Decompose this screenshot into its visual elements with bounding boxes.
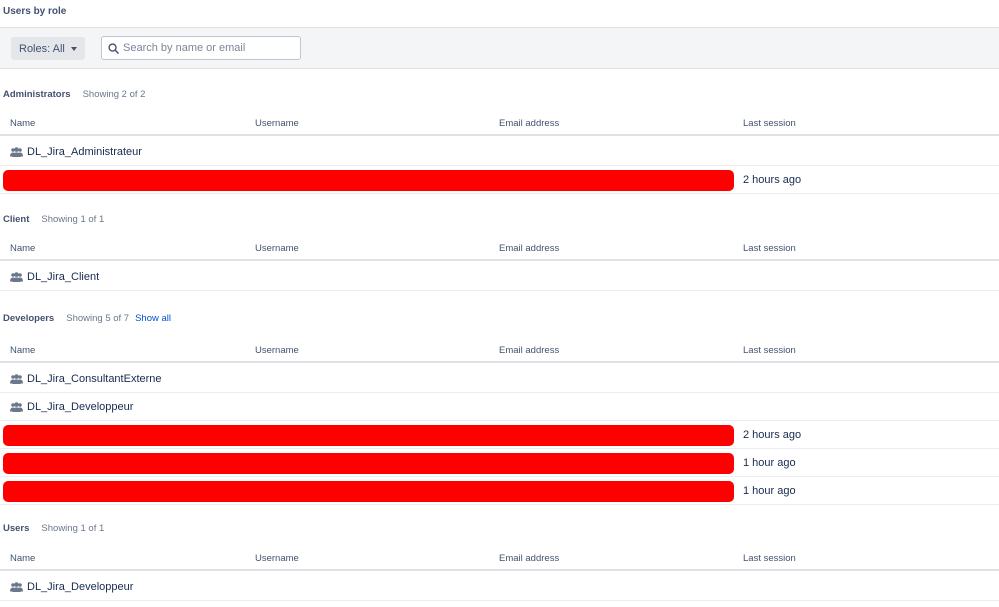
section-count: Showing 5 of 7	[66, 313, 130, 324]
section-title-label: Administrators	[3, 89, 71, 100]
column-header-username[interactable]: Username	[255, 345, 299, 356]
column-header-last-session[interactable]: Last session	[743, 345, 796, 356]
table-row: 2 hours ago	[0, 166, 999, 194]
redacted-user-info	[3, 425, 734, 446]
search-box[interactable]	[101, 36, 301, 60]
column-header-last-session[interactable]: Last session	[743, 118, 796, 129]
section-count: Showing 2 of 2	[82, 89, 146, 100]
roles-filter-dropdown[interactable]: Roles: All	[11, 37, 85, 60]
last-session: 2 hours ago	[743, 174, 802, 186]
group-link[interactable]: DL_Jira_Developpeur	[10, 401, 133, 413]
table-row: DL_Jira_ConsultantExterne	[0, 365, 999, 393]
table-header: Name Username Email address Last session	[0, 110, 999, 136]
section-count: Showing 1 of 1	[41, 523, 105, 534]
group-name: DL_Jira_Developpeur	[27, 401, 134, 413]
last-session: 1 hour ago	[743, 457, 796, 469]
section-title: Administrators Showing 2 of 2	[3, 89, 145, 100]
filter-toolbar: Roles: All	[0, 28, 999, 69]
column-header-email[interactable]: Email address	[499, 243, 559, 254]
column-header-email[interactable]: Email address	[499, 553, 559, 564]
search-icon	[108, 42, 119, 54]
table-header: Name Username Email address Last session	[0, 337, 999, 363]
group-link[interactable]: DL_Jira_Developpeur	[10, 581, 133, 593]
table-header: Name Username Email address Last session	[0, 545, 999, 571]
column-header-email[interactable]: Email address	[499, 345, 559, 356]
redacted-user-info	[3, 453, 734, 474]
table-row: DL_Jira_Developpeur	[0, 393, 999, 421]
column-header-name[interactable]: Name	[10, 243, 35, 254]
table-row: DL_Jira_Client	[0, 263, 999, 291]
column-header-last-session[interactable]: Last session	[743, 243, 796, 254]
table-row: 2 hours ago	[0, 421, 999, 449]
column-header-username[interactable]: Username	[255, 243, 299, 254]
group-icon	[10, 147, 23, 157]
section-title-label: Users	[3, 523, 30, 534]
redacted-user-info	[3, 481, 734, 502]
column-header-name[interactable]: Name	[10, 118, 35, 129]
group-link[interactable]: DL_Jira_ConsultantExterne	[10, 373, 162, 385]
group-name: DL_Jira_Client	[27, 271, 100, 283]
table-row: 1 hour ago	[0, 477, 999, 505]
table-row: DL_Jira_Developpeur	[0, 573, 999, 601]
section-title-label: Client	[3, 214, 30, 225]
column-header-last-session[interactable]: Last session	[743, 553, 796, 564]
column-header-username[interactable]: Username	[255, 118, 299, 129]
group-icon	[10, 374, 23, 384]
column-header-username[interactable]: Username	[255, 553, 299, 564]
table-row: 1 hour ago	[0, 449, 999, 477]
page-header: Users by role	[0, 0, 999, 28]
search-input[interactable]	[123, 42, 293, 54]
column-header-name[interactable]: Name	[10, 553, 35, 564]
table-header: Name Username Email address Last session	[0, 235, 999, 261]
group-icon	[10, 582, 23, 592]
section-title-label: Developers	[3, 313, 55, 324]
table-row: DL_Jira_Administrateur	[0, 138, 999, 166]
last-session: 2 hours ago	[743, 429, 802, 441]
show-all-link[interactable]: Show all	[135, 313, 171, 324]
section-title: Users Showing 1 of 1	[3, 523, 104, 534]
section-count: Showing 1 of 1	[41, 214, 105, 225]
caret-down-icon	[70, 46, 77, 51]
group-link[interactable]: DL_Jira_Client	[10, 271, 99, 283]
group-name: DL_Jira_Developpeur	[27, 581, 134, 593]
group-icon	[10, 272, 23, 282]
roles-filter-label: Roles: All	[19, 42, 65, 55]
group-link[interactable]: DL_Jira_Administrateur	[10, 146, 142, 158]
group-name: DL_Jira_ConsultantExterne	[27, 373, 162, 385]
group-name: DL_Jira_Administrateur	[27, 146, 142, 158]
column-header-email[interactable]: Email address	[499, 118, 559, 129]
page-title: Users by role	[3, 6, 67, 17]
column-header-name[interactable]: Name	[10, 345, 35, 356]
group-icon	[10, 402, 23, 412]
last-session: 1 hour ago	[743, 485, 796, 497]
section-title: Developers Showing 5 of 7 Show all	[3, 313, 171, 324]
section-title: Client Showing 1 of 1	[3, 214, 104, 225]
redacted-user-info	[3, 170, 734, 191]
